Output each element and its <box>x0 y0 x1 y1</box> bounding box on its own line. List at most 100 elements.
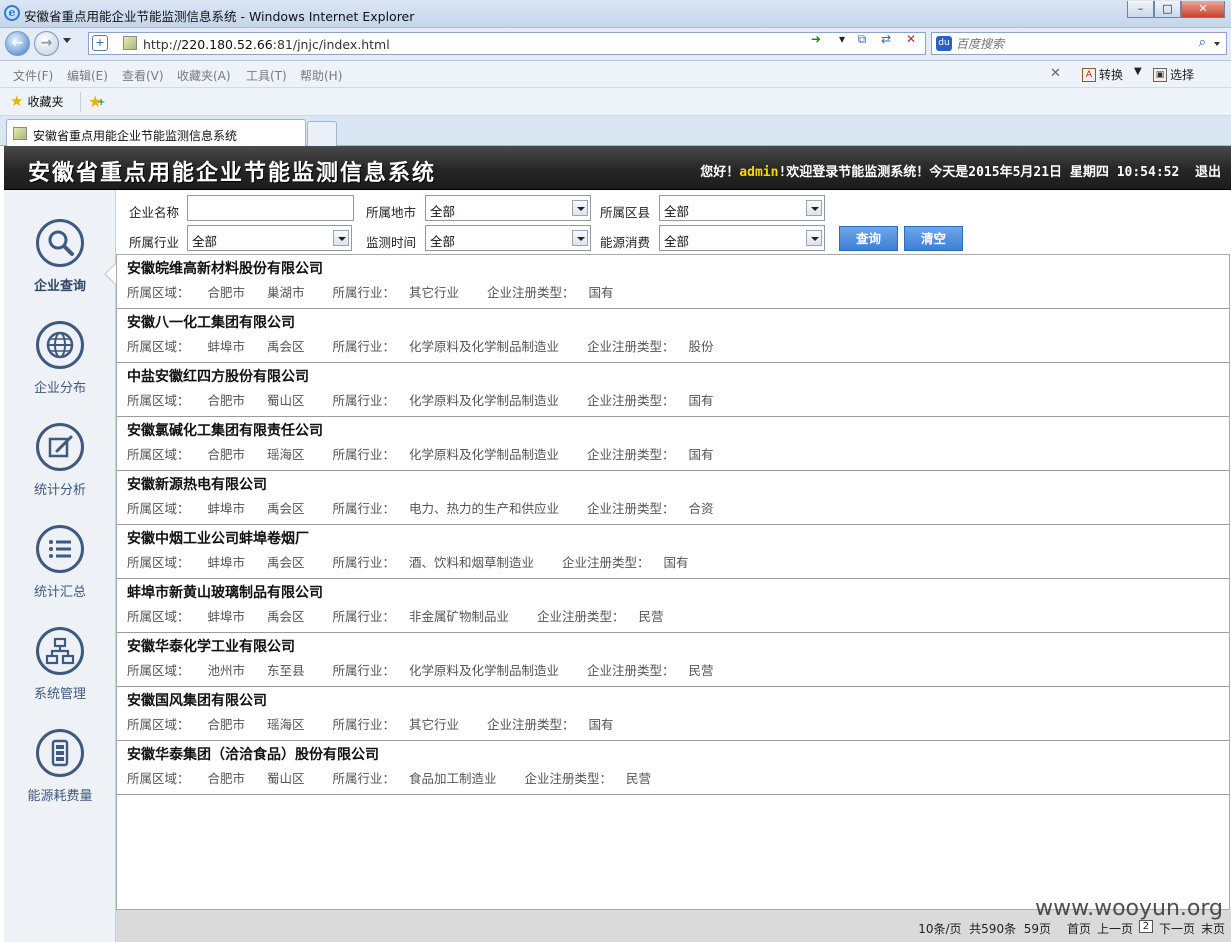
company-name[interactable]: 安徽中烟工业公司蚌埠卷烟厂 <box>127 528 309 548</box>
industry-select[interactable]: 全部 <box>187 225 352 251</box>
city-select[interactable]: 全部 <box>425 195 591 221</box>
page-number-input[interactable]: 2 <box>1138 920 1153 933</box>
favorites-button[interactable]: ★ 收藏夹 <box>10 93 63 110</box>
tab-current[interactable]: 安徽省重点用能企业节能监测信息系统 <box>6 119 306 146</box>
ie-logo-icon: e <box>4 5 20 21</box>
menu-view[interactable]: 查看(V) <box>122 67 164 84</box>
list-item[interactable]: 安徽国风集团有限公司所属区域： 合肥市 瑶海区 所属行业： 其它行业 企业注册类型：国… <box>117 687 1229 741</box>
list-item[interactable]: 安徽华泰化学工业有限公司 所属区域： 池州市 东至县 所属行业： 化学原料及化学制品制… <box>117 633 1229 687</box>
list-item[interactable]: 中盐安徽红四方股份有限公司所属区域： 合肥市 蜀山区 所属行业： 化学原料及化学制品… <box>117 363 1229 417</box>
tab-bar: 安徽省重点用能企业节能监测信息系统 <box>0 116 1231 146</box>
sidebar-item-statistical-summary[interactable]: 统计汇总 <box>4 525 116 621</box>
search-box[interactable]: du ⌕ <box>931 32 1227 55</box>
baidu-icon: du <box>936 36 952 51</box>
search-icon[interactable]: ⌕ <box>1199 35 1206 50</box>
system-title: 安徽省重点用能企业节能监测信息系统 <box>28 161 437 186</box>
menu-favorites[interactable]: 收藏夹(A) <box>177 67 231 84</box>
select-button[interactable]: ▣ 选择 <box>1153 66 1194 83</box>
history-dropdown-icon[interactable] <box>63 38 71 43</box>
select-icon: ▣ <box>1153 67 1167 82</box>
maximize-button[interactable]: □ <box>1154 1 1181 18</box>
prev-page-link[interactable]: 上一页 <box>1097 920 1133 937</box>
list-item[interactable]: 安徽中烟工业公司蚌埠卷烟厂 所属区域： 蚌埠市 禹会区 所属行业： 酒、饮料和烟草制造… <box>117 525 1229 579</box>
company-meta: 所属区域： 合肥市 瑶海区 所属行业： 其它行业 企业注册类型： 国有 <box>127 717 614 732</box>
sidebar-item-statistical-analysis[interactable]: 统计分析 <box>4 423 116 519</box>
refresh-icon[interactable]: ⇄ <box>878 31 894 47</box>
menu-help[interactable]: 帮助(H) <box>300 67 342 84</box>
compatibility-icon[interactable]: + <box>92 35 108 51</box>
monitor-time-select[interactable]: 全部 <box>425 225 591 251</box>
add-favorite-icon[interactable]: ★ <box>88 92 106 111</box>
chevron-down-icon[interactable] <box>333 230 349 246</box>
close-window-button[interactable]: ✕ <box>1181 1 1225 18</box>
sidebar-item-label: 企业查询 <box>33 279 86 294</box>
company-meta: 所属区域： 合肥市 蜀山区 所属行业： 化学原料及化学制品制造业 企业注册类型： 国有 <box>127 393 714 408</box>
url-text[interactable]: http://220.180.52.66:81/jnjc/index.html <box>143 37 390 52</box>
chevron-down-icon[interactable] <box>806 200 822 216</box>
menu-file[interactable]: 文件(F) <box>13 67 53 84</box>
sidebar-item-energy-consumption[interactable]: 能源耗费量 <box>4 729 116 825</box>
chevron-down-icon[interactable] <box>572 200 588 216</box>
url-field[interactable]: + http://220.180.52.66:81/jnjc/index.htm… <box>88 32 926 55</box>
company-name[interactable]: 蚌埠市新黄山玻璃制品有限公司 <box>127 582 323 602</box>
company-name[interactable]: 中盐安徽红四方股份有限公司 <box>127 366 309 386</box>
energy-select[interactable]: 全部 <box>659 225 825 251</box>
sidebar-item-company-query[interactable]: 企业查询 <box>4 219 117 315</box>
globe-icon <box>36 321 84 369</box>
company-name[interactable]: 安徽八一化工集团有限公司 <box>127 312 295 332</box>
minimize-button[interactable]: – <box>1127 1 1154 18</box>
meter-icon <box>36 729 84 777</box>
compat-view-icon[interactable]: ⧉ <box>854 31 870 47</box>
last-page-link[interactable]: 末页 <box>1201 920 1225 937</box>
next-page-link[interactable]: 下一页 <box>1159 920 1195 937</box>
sidebar-item-label: 企业分布 <box>33 381 86 396</box>
search-input[interactable] <box>956 35 1196 52</box>
back-button[interactable]: ← <box>5 31 30 56</box>
username: admin <box>739 165 779 180</box>
company-name[interactable]: 安徽新源热电有限公司 <box>127 474 267 494</box>
company-name-input[interactable] <box>187 195 354 221</box>
company-name[interactable]: 安徽华泰化学工业有限公司 <box>127 636 295 656</box>
sidebar-item-company-distribution[interactable]: 企业分布 <box>4 321 116 417</box>
tab-favicon-icon <box>13 127 27 140</box>
energy-label: 能源消费 <box>600 235 651 250</box>
magnifier-icon <box>36 219 84 267</box>
list-item[interactable]: 安徽八一化工集团有限公司 所属区域： 蚌埠市 禹会区 所属行业： 化学原料及化学制品制… <box>117 309 1229 363</box>
forward-button[interactable]: → <box>34 31 59 56</box>
close-toolbar-icon[interactable]: ✕ <box>1050 66 1061 81</box>
logout-link[interactable]: 退出 <box>1195 165 1221 180</box>
list-item[interactable]: 蚌埠市新黄山玻璃制品有限公司 所属区域： 蚌埠市 禹会区 所属行业： 非金属矿物制品业… <box>117 579 1229 633</box>
divider <box>80 92 81 112</box>
address-bar: ← → + http://220.180.52.66:81/jnjc/index… <box>0 28 1231 61</box>
list-item[interactable]: 安徽华泰集团（洽洽食品）股份有限公司 所属区域： 合肥市 蜀山区 所属行业： 食品加工… <box>117 741 1229 795</box>
list-icon <box>36 525 84 573</box>
menu-tools[interactable]: 工具(T) <box>246 67 287 84</box>
go-icon[interactable]: ➜ <box>808 31 824 47</box>
first-page-link[interactable]: 首页 <box>1067 920 1091 937</box>
list-item[interactable]: 安徽氯碱化工集团有限责任公司 所属区域： 合肥市 瑶海区 所属行业： 化学原料及化学制… <box>117 417 1229 471</box>
convert-button[interactable]: A 转换 <box>1082 66 1123 83</box>
list-item[interactable]: 安徽新源热电有限公司 所属区域： 蚌埠市 禹会区 所属行业： 电力、热力的生产和供应业… <box>117 471 1229 525</box>
convert-dropdown-icon[interactable]: ▼ <box>1134 66 1142 77</box>
county-select[interactable]: 全部 <box>659 195 825 221</box>
company-name[interactable]: 安徽氯碱化工集团有限责任公司 <box>127 420 323 440</box>
sidebar: 企业查询 企业分布 统计分析 统计汇总 系统管理 能源耗费量 <box>4 190 117 942</box>
url-dropdown-icon[interactable]: ▾ <box>834 31 850 47</box>
company-name[interactable]: 安徽国风集团有限公司 <box>127 690 267 710</box>
sidebar-item-system-management[interactable]: 系统管理 <box>4 627 116 723</box>
query-button[interactable]: 查询 <box>839 226 898 251</box>
company-name[interactable]: 安徽华泰集团（洽洽食品）股份有限公司 <box>127 744 379 764</box>
new-tab-button[interactable] <box>307 121 337 146</box>
list-item[interactable]: 安徽皖维高新材料股份有限公司所属区域： 合肥市 巢湖市 所属行业： 其它行业 企业注册… <box>117 255 1229 309</box>
star-icon: ★ <box>10 92 24 110</box>
sidebar-item-label: 能源耗费量 <box>27 789 93 804</box>
chevron-down-icon[interactable] <box>572 230 588 246</box>
search-options-icon[interactable] <box>1214 42 1220 46</box>
clear-button[interactable]: 清空 <box>904 226 963 251</box>
chevron-down-icon[interactable] <box>806 230 822 246</box>
stop-icon[interactable]: ✕ <box>903 31 919 47</box>
company-name[interactable]: 安徽皖维高新材料股份有限公司 <box>127 258 323 278</box>
pager: 首页 上一页 2 下一页 末页 <box>1067 920 1225 937</box>
company-meta: 所属区域： 合肥市 巢湖市 所属行业： 其它行业 企业注册类型： 国有 <box>127 285 614 300</box>
menu-edit[interactable]: 编辑(E) <box>67 67 108 84</box>
